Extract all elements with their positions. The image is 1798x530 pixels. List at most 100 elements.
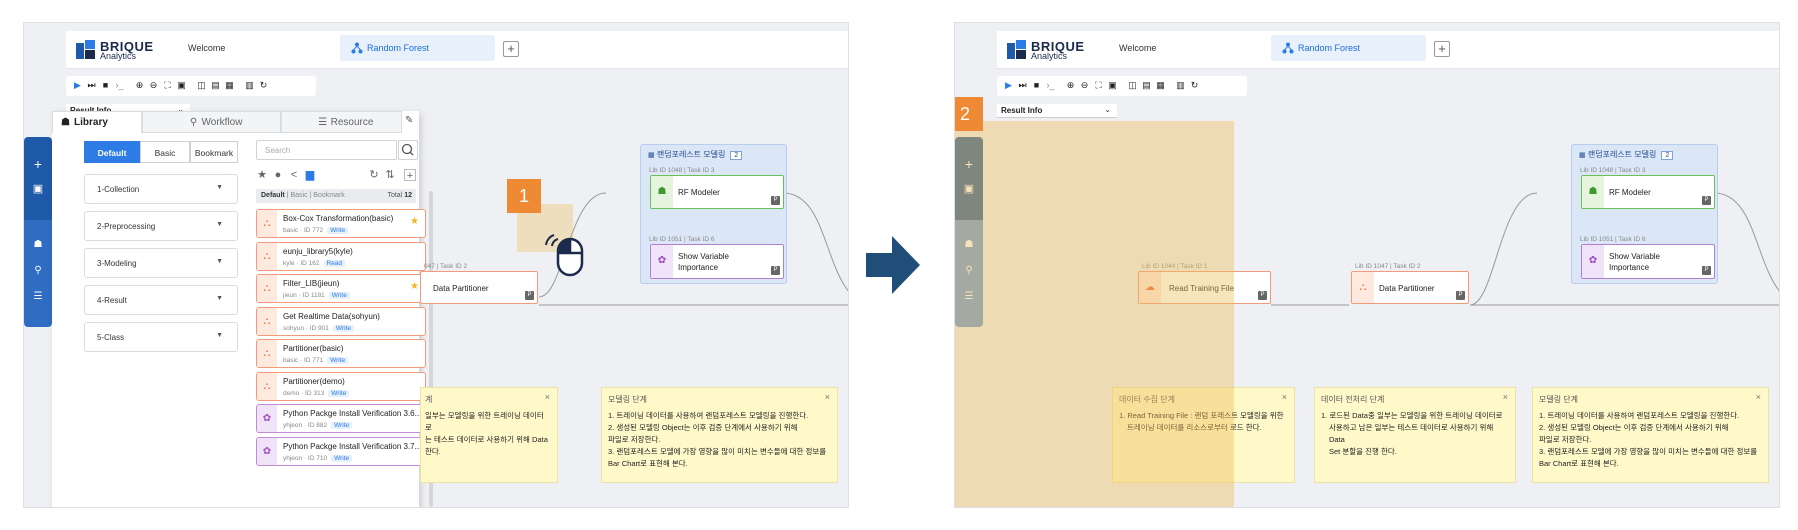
tab-resource[interactable]: ☰ Resource <box>281 111 402 133</box>
layout-icon[interactable]: ▥ <box>1175 80 1186 91</box>
segment-bookmark[interactable]: Bookmark <box>190 141 238 163</box>
add-icon[interactable]: + <box>31 157 45 171</box>
param-badge: P <box>525 291 534 300</box>
library-item[interactable]: ⛬ Partitioner(basic) basic · ID 771 Write <box>256 339 426 368</box>
note-icon[interactable]: ◫ <box>196 80 207 91</box>
node-data-partitioner[interactable]: ⛬ Data Partitioner P <box>1351 271 1469 304</box>
logo-subtitle: Analytics <box>1031 51 1068 61</box>
note-icon[interactable]: ◫ <box>1127 80 1138 91</box>
close-icon[interactable]: × <box>1503 392 1508 402</box>
segment-basic[interactable]: Basic <box>140 141 190 163</box>
tab-welcome[interactable]: Welcome <box>188 43 225 53</box>
share-icon[interactable]: < <box>288 169 300 181</box>
library-icon[interactable]: ☗ <box>31 238 45 252</box>
workflow-icon[interactable]: ⚲ <box>31 264 45 278</box>
permission-badge: Write <box>332 324 354 332</box>
library-item[interactable]: ⛬ Filter_LIB(jieun) jieun · ID 1181 Write ★ <box>256 274 426 303</box>
tab-label: Random Forest <box>1298 43 1361 53</box>
tab-random-forest[interactable]: Random Forest <box>340 35 495 61</box>
library-item[interactable]: ⛬ Get Realtime Data(sohyun) sohyun · ID 90… <box>256 306 426 336</box>
zoom-out-icon[interactable]: ⊖ <box>148 80 159 91</box>
close-icon[interactable]: × <box>1282 392 1287 402</box>
category-class[interactable]: 5-Class ▼ <box>84 322 238 352</box>
zoom-in-icon[interactable]: ⊕ <box>1065 80 1076 91</box>
star-icon[interactable]: ★ <box>256 169 268 181</box>
run-icon[interactable]: ▶ <box>1003 80 1014 91</box>
reset-icon[interactable]: ↻ <box>1189 80 1200 91</box>
node-rf-modeler[interactable]: ☗ RF Modeler P <box>650 175 784 209</box>
resource-icon[interactable]: ☰ <box>31 290 45 304</box>
step-run-icon[interactable]: ⏭ <box>1017 80 1028 91</box>
zoom-out-icon[interactable]: ⊖ <box>1079 80 1090 91</box>
close-icon[interactable]: × <box>545 392 550 402</box>
library-item-name: Get Realtime Data(sohyun) <box>283 311 380 321</box>
stop-icon[interactable]: ■ <box>100 80 111 91</box>
library-item[interactable]: ⛬ eunju_library5(kyle) kyle · ID 162 Read <box>256 241 426 271</box>
zoom-in-icon[interactable]: ⊕ <box>134 80 145 91</box>
library-panel: ☗ Library ⚲ Workflow ☰ Resource ✎ Default B… <box>52 111 433 507</box>
fit-screen-icon[interactable]: ⛶ <box>1093 80 1104 91</box>
export-icon[interactable]: ▦ <box>224 80 235 91</box>
result-info-select[interactable]: Result Info ⌄ <box>997 104 1117 118</box>
sort-icon[interactable]: ⇅ <box>384 169 396 181</box>
add-tab-button[interactable]: + <box>503 41 519 57</box>
sidebar-top: + ▣ <box>24 137 52 220</box>
note-modeling[interactable]: 모델링 단계 × 1. 트레이닝 데이터를 사용하여 랜덤포레스트 모델링을 진… <box>1532 387 1769 483</box>
library-search-input[interactable]: Search <box>256 140 397 160</box>
segment-default[interactable]: Default <box>84 141 140 163</box>
note-modeling[interactable]: 모델링 단계 × 1. 트레이닝 데이터를 사용하여 랜덤포레스트 모델링을 진… <box>601 387 838 483</box>
star-icon[interactable]: ★ <box>410 216 419 227</box>
add-tab-button[interactable]: + <box>1434 41 1450 57</box>
step-run-icon[interactable]: ⏭ <box>86 80 97 91</box>
tab-library[interactable]: ☗ Library <box>52 111 142 133</box>
layout-icon[interactable]: ▥ <box>244 80 255 91</box>
highlight-overlay <box>955 121 1234 507</box>
minimap-icon[interactable]: ▣ <box>1107 80 1118 91</box>
search-button[interactable] <box>398 140 418 160</box>
refresh-icon[interactable]: ↻ <box>368 169 380 181</box>
sidebar-bottom: ☗ ⚲ ☰ <box>24 220 52 327</box>
close-icon[interactable]: × <box>1756 392 1761 402</box>
run-icon[interactable]: ▶ <box>72 80 83 91</box>
add-library-icon[interactable]: + <box>404 169 416 182</box>
minimap-icon[interactable]: ▣ <box>176 80 187 91</box>
tab-workflow[interactable]: ⚲ Workflow <box>142 111 281 133</box>
model-icon: ☗ <box>1588 186 1598 197</box>
text-icon[interactable]: ▤ <box>210 80 221 91</box>
library-item[interactable]: ✿ Python Packge Install Verification 3.7.… <box>256 436 426 466</box>
text-icon[interactable]: ▤ <box>1141 80 1152 91</box>
library-item[interactable]: ✿ Python Packge Install Verification 3.6.… <box>256 404 426 433</box>
pin-icon[interactable]: ✎ <box>405 115 413 126</box>
note-data-preprocessing[interactable]: 데이터 전처리 단계 × 1. 로드된 Data중 일부는 모델링을 위한 트레… <box>1314 387 1516 483</box>
folder-icon[interactable]: ▣ <box>31 182 45 196</box>
console-icon[interactable]: ›_ <box>1045 80 1056 91</box>
fit-screen-icon[interactable]: ⛶ <box>162 80 173 91</box>
brique-logo: BRIQUE Analytics <box>76 38 153 62</box>
library-item-name: Filter_LIB(jieun) <box>283 279 340 288</box>
library-item[interactable]: ⛬ Box-Cox Transformation(basic) basic · ID… <box>256 209 426 238</box>
user-icon[interactable]: ● <box>272 169 284 181</box>
console-icon[interactable]: ›_ <box>114 80 125 91</box>
permission-badge: Write <box>331 422 353 429</box>
tab-welcome[interactable]: Welcome <box>1119 43 1156 53</box>
export-icon[interactable]: ▦ <box>1155 80 1166 91</box>
category-preprocessing[interactable]: 2-Preprocessing ▼ <box>84 211 238 241</box>
category-modeling[interactable]: 3-Modeling ▼ <box>84 248 238 278</box>
library-item-icon-box: ✿ <box>257 405 277 432</box>
node-show-variable-importance[interactable]: ✿ Show Variable Importance P <box>650 244 784 279</box>
left-screenshot-panel: BRIQUE Analytics Welcome Random Forest +… <box>23 22 849 508</box>
node-data-partitioner-partial[interactable]: Data Partitioner P <box>420 271 538 304</box>
star-icon[interactable]: ★ <box>410 281 419 292</box>
category-collection[interactable]: 1-Collection ▼ <box>84 174 238 204</box>
library-item[interactable]: ⛬ Partitioner(demo) demo · ID 313 Write <box>256 371 426 401</box>
reset-icon[interactable]: ↻ <box>258 80 269 91</box>
node-rf-modeler[interactable]: ☗ RF Modeler P <box>1581 175 1715 209</box>
stop-icon[interactable]: ■ <box>1031 80 1042 91</box>
node-show-variable-importance[interactable]: ✿ Show Variable Importance P <box>1581 244 1715 279</box>
group-title: ▦ 랜덤포레스트 모델링 2 <box>1579 149 1674 160</box>
tab-random-forest[interactable]: Random Forest <box>1271 35 1426 61</box>
folder-icon[interactable]: ▆ <box>304 169 316 181</box>
note-preprocess-partial[interactable]: 계 × 일부는 모델링을 위한 트레이닝 데이터로 는 테스트 데이터로 사용하기… <box>420 387 558 483</box>
category-result[interactable]: 4-Result ▼ <box>84 285 238 315</box>
close-icon[interactable]: × <box>825 392 830 402</box>
